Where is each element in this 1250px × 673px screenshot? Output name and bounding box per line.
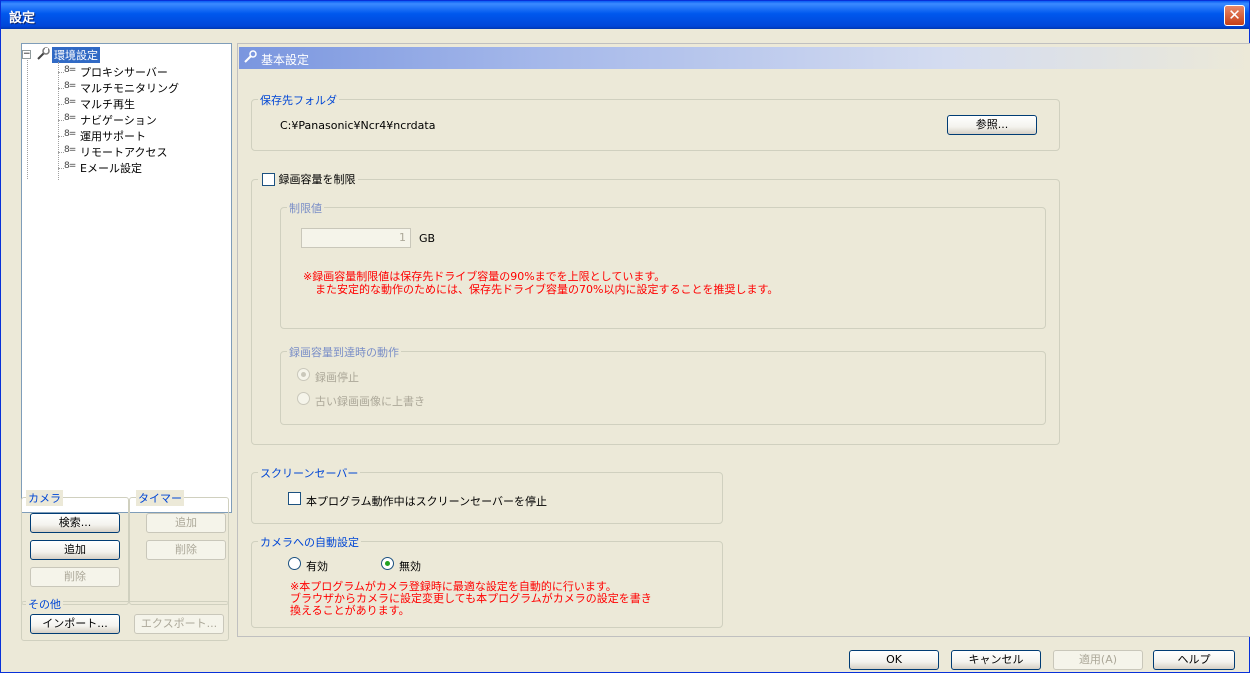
recording-limit-group: 録画容量を制限 制限値 1 GB ※録画容量制限値は保存先ドライブ容量の90%ま… bbox=[251, 171, 1060, 445]
list-icon: 8= bbox=[64, 145, 76, 155]
close-button[interactable]: ✕ bbox=[1224, 5, 1245, 26]
other-group: その他 インポート... エクスポート... bbox=[21, 596, 229, 641]
list-icon: 8= bbox=[64, 113, 76, 123]
cancel-button[interactable]: キャンセル bbox=[951, 650, 1041, 670]
camera-auto-group: カメラへの自動設定 有効 無効 ※本プログラムがカメラ登録時に最適な設定を自動的… bbox=[251, 534, 723, 628]
camera-auto-disabled-label: 無効 bbox=[399, 560, 421, 573]
action-stop-label: 録画停止 bbox=[315, 371, 359, 384]
tree-item-label: 環境設定 bbox=[52, 47, 100, 63]
list-icon: 8= bbox=[64, 65, 76, 75]
limit-action-label: 録画容量到達時の動作 bbox=[287, 344, 401, 360]
timer-group-label: タイマー bbox=[136, 490, 184, 506]
tree-item-multi-monitoring[interactable]: 8= マルチモニタリング bbox=[22, 80, 222, 96]
client-area: − 環境設定 8= プロキシサーバー 8= マルチモニタリング 8= マルチ再生… bbox=[7, 29, 1250, 670]
camera-search-button[interactable]: 検索... bbox=[30, 513, 120, 533]
camera-auto-enabled-radio[interactable] bbox=[288, 557, 301, 570]
tree-item-label: マルチモニタリング bbox=[80, 82, 179, 95]
list-icon: 8= bbox=[64, 161, 76, 171]
limit-checkbox-row[interactable]: 録画容量を制限 bbox=[258, 171, 358, 187]
camera-auto-note-3: 換えることがあります。 bbox=[290, 604, 410, 617]
settings-tree: − 環境設定 8= プロキシサーバー 8= マルチモニタリング 8= マルチ再生… bbox=[21, 43, 232, 513]
action-overwrite-radio[interactable] bbox=[297, 392, 310, 405]
ok-button[interactable]: OK bbox=[849, 650, 939, 670]
panel-header: 基本設定 bbox=[239, 47, 1250, 69]
browse-button[interactable]: 参照... bbox=[947, 115, 1037, 135]
tree-item-operation-support[interactable]: 8= 運用サポート bbox=[22, 128, 222, 144]
action-stop-radio[interactable] bbox=[297, 368, 310, 381]
screensaver-label: スクリーンセーバー bbox=[258, 465, 361, 481]
limit-checkbox-label: 録画容量を制限 bbox=[278, 173, 356, 186]
limit-value-group: 制限値 1 GB ※録画容量制限値は保存先ドライブ容量の90%までを上限としてい… bbox=[280, 200, 1046, 329]
import-button[interactable]: インポート... bbox=[30, 614, 120, 634]
close-icon: ✕ bbox=[1228, 6, 1241, 24]
limit-unit: GB bbox=[419, 232, 436, 245]
timer-add-button[interactable]: 追加 bbox=[146, 513, 226, 533]
help-button[interactable]: ヘルプ bbox=[1153, 650, 1235, 670]
screensaver-checkbox[interactable] bbox=[288, 492, 301, 505]
limit-value-input[interactable]: 1 bbox=[301, 228, 411, 248]
camera-auto-disabled-radio[interactable] bbox=[381, 557, 394, 570]
tree-item-environment[interactable]: − 環境設定 bbox=[22, 47, 222, 63]
camera-auto-label: カメラへの自動設定 bbox=[258, 534, 361, 550]
apply-button[interactable]: 適用(A) bbox=[1053, 650, 1143, 670]
limit-action-group: 録画容量到達時の動作 録画停止 古い録画画像に上書き bbox=[280, 344, 1046, 425]
tree-item-navigation[interactable]: 8= ナビゲーション bbox=[22, 112, 222, 128]
save-folder-label: 保存先フォルダ bbox=[258, 92, 339, 108]
list-icon: 8= bbox=[64, 97, 76, 107]
tree-item-proxy[interactable]: 8= プロキシサーバー bbox=[22, 64, 222, 80]
save-folder-path: C:¥Panasonic¥Ncr4¥ncrdata bbox=[280, 119, 436, 132]
camera-delete-button[interactable]: 削除 bbox=[30, 567, 120, 587]
camera-add-button[interactable]: 追加 bbox=[30, 540, 120, 560]
tree-item-remote-access[interactable]: 8= リモートアクセス bbox=[22, 144, 222, 160]
tree-item-label: マルチ再生 bbox=[80, 98, 135, 111]
screensaver-group: スクリーンセーバー 本プログラム動作中はスクリーンセーバーを停止 bbox=[251, 465, 723, 524]
wrench-icon bbox=[37, 47, 50, 60]
settings-window: 設定 ✕ − 環境設定 8= プロキシサーバー 8= マルチモニタリング 8= … bbox=[0, 0, 1250, 673]
export-button[interactable]: エクスポート... bbox=[134, 614, 224, 634]
tree-item-label: 運用サポート bbox=[80, 130, 146, 143]
camera-group: カメラ 検索... 追加 削除 bbox=[21, 490, 129, 605]
collapse-icon[interactable]: − bbox=[22, 50, 31, 59]
tree-item-label: Eメール設定 bbox=[80, 162, 142, 175]
limit-note-2: また安定的な動作のためには、保存先ドライブ容量の70%以内に設定することを推奨し… bbox=[315, 283, 779, 296]
other-group-label: その他 bbox=[26, 596, 63, 612]
tree-item-label: プロキシサーバー bbox=[80, 66, 168, 79]
tree-item-email[interactable]: 8= Eメール設定 bbox=[22, 160, 222, 176]
limit-value-label: 制限値 bbox=[287, 200, 324, 216]
action-overwrite-label: 古い録画画像に上書き bbox=[315, 395, 425, 408]
timer-delete-button[interactable]: 削除 bbox=[146, 540, 226, 560]
tree-item-label: ナビゲーション bbox=[80, 114, 157, 127]
save-folder-group: 保存先フォルダ C:¥Panasonic¥Ncr4¥ncrdata 参照... bbox=[251, 92, 1060, 151]
list-icon: 8= bbox=[64, 129, 76, 139]
camera-group-label: カメラ bbox=[26, 490, 63, 506]
tree-item-label: リモートアクセス bbox=[80, 146, 168, 159]
limit-checkbox[interactable] bbox=[262, 172, 275, 186]
camera-auto-enabled-label: 有効 bbox=[306, 560, 328, 573]
panel-title: 基本設定 bbox=[261, 53, 310, 67]
title-bar[interactable]: 設定 ✕ bbox=[1, 1, 1249, 29]
list-icon: 8= bbox=[64, 81, 76, 91]
window-title: 設定 bbox=[9, 11, 36, 26]
screensaver-checkbox-label: 本プログラム動作中はスクリーンセーバーを停止 bbox=[306, 495, 548, 508]
tree-item-multi-playback[interactable]: 8= マルチ再生 bbox=[22, 96, 222, 112]
timer-group: タイマー 追加 削除 bbox=[129, 490, 229, 605]
wrench-icon bbox=[244, 50, 257, 63]
